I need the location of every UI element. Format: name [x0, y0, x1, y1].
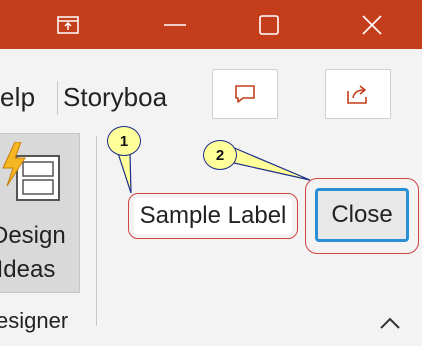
- close-window-icon: [362, 14, 382, 35]
- sample-label-highlight: Sample Label: [128, 193, 298, 239]
- design-ideas-label-line1: Design: [0, 222, 66, 249]
- comments-button[interactable]: [212, 69, 278, 119]
- maximize-icon: [259, 14, 279, 35]
- chevron-up-icon[interactable]: [375, 308, 405, 338]
- share-icon: [347, 85, 367, 104]
- ribbon-display-icon: [57, 15, 79, 34]
- close-window-button[interactable]: [345, 0, 399, 49]
- tab-divider: [57, 81, 58, 115]
- comment-icon: [235, 85, 255, 103]
- callout-1: 1: [107, 126, 141, 156]
- minimize-button[interactable]: [148, 0, 202, 49]
- maximize-button[interactable]: [242, 0, 296, 49]
- tab-help[interactable]: elp: [0, 82, 35, 113]
- callout-2: 2: [203, 140, 237, 170]
- title-bar: [0, 0, 422, 49]
- group-label-designer: esigner: [0, 308, 69, 333]
- group-divider: [96, 136, 97, 326]
- minimize-icon: [164, 23, 186, 26]
- tab-storyboarding[interactable]: Storyboa: [63, 82, 173, 113]
- close-button[interactable]: Close: [315, 188, 409, 242]
- lightning-layout-icon: [2, 142, 60, 201]
- share-button[interactable]: [325, 69, 391, 119]
- design-ideas-label-line2: Ideas: [0, 256, 56, 283]
- design-ideas-button[interactable]: Design Ideas: [0, 133, 80, 293]
- sample-label: Sample Label: [133, 198, 293, 234]
- ribbon-display-options-button[interactable]: [41, 0, 95, 49]
- close-button-highlight: Close: [305, 178, 419, 254]
